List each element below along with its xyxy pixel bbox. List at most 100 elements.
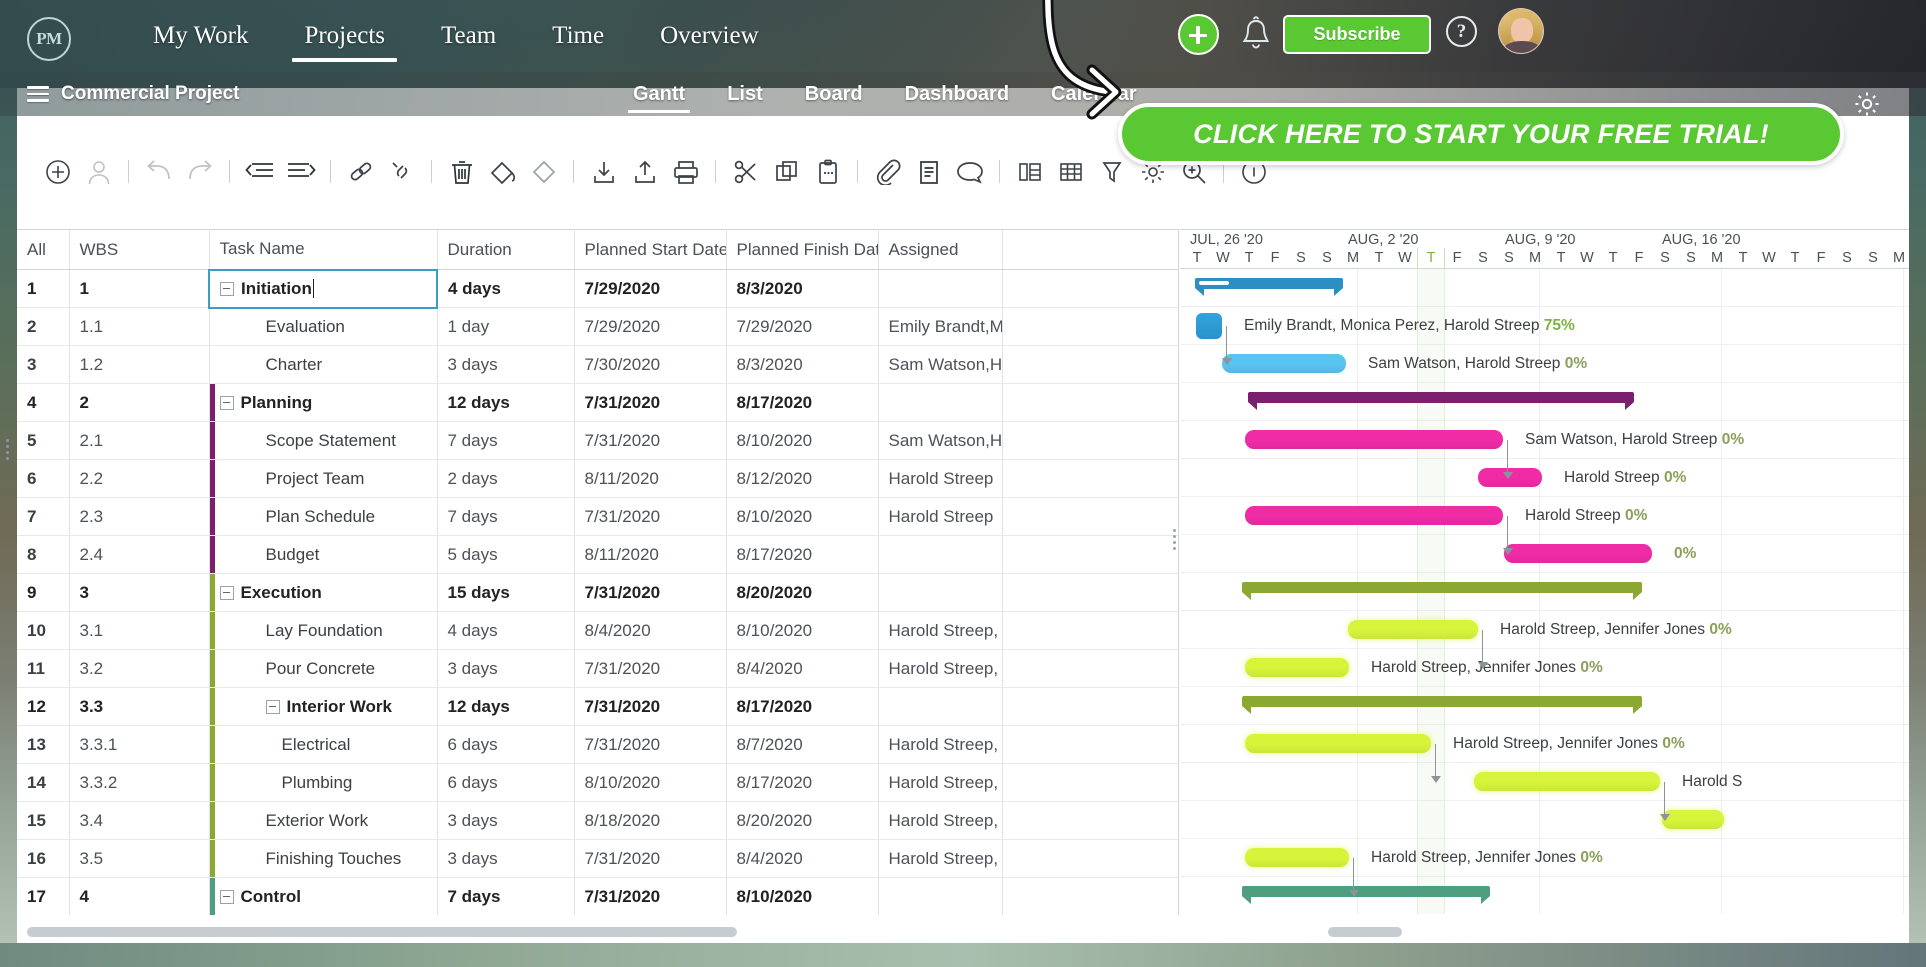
- bell-icon[interactable]: [1241, 16, 1271, 52]
- cell-extra[interactable]: [1002, 269, 1178, 308]
- cell-wbs[interactable]: 2.2: [69, 459, 210, 498]
- cell-wbs[interactable]: 1.2: [69, 345, 210, 384]
- gear-icon[interactable]: [1853, 90, 1881, 118]
- table-row[interactable]: 7 2.3 Plan Schedule 7 days 7/31/2020 8/10/202…: [17, 497, 1178, 536]
- gantt-task-bar[interactable]: [1245, 506, 1503, 525]
- cell-planned-start[interactable]: 7/31/2020: [574, 725, 727, 764]
- cell-task-name[interactable]: Budget: [209, 535, 438, 574]
- gantt-task-bar[interactable]: [1348, 620, 1478, 639]
- table-row[interactable]: 4 2 Planning 12 days 7/31/2020 8/17/2020: [17, 383, 1178, 422]
- plus-circle-icon[interactable]: [1178, 14, 1219, 55]
- cell-planned-start[interactable]: 7/30/2020: [574, 345, 727, 384]
- gantt-summary-bar[interactable]: [1248, 392, 1634, 410]
- column-header-duration[interactable]: Duration: [437, 229, 575, 270]
- cell-assigned[interactable]: Harold Streep,: [878, 611, 1003, 650]
- import-icon[interactable]: [583, 151, 624, 192]
- table-row[interactable]: 10 3.1 Lay Foundation 4 days 8/4/2020 8/10/20…: [17, 611, 1178, 650]
- cell-extra[interactable]: [1002, 801, 1178, 840]
- cell-planned-start[interactable]: 7/31/2020: [574, 877, 727, 915]
- cell-assigned[interactable]: Harold Streep: [878, 459, 1003, 498]
- row-number[interactable]: 7: [17, 497, 70, 536]
- cell-planned-finish[interactable]: 8/3/2020: [726, 269, 879, 308]
- paint-bucket-icon[interactable]: [482, 151, 523, 192]
- cell-planned-finish[interactable]: 8/3/2020: [726, 345, 879, 384]
- table-row[interactable]: 5 2.1 Scope Statement 7 days 7/31/2020 8/10/2…: [17, 421, 1178, 460]
- table-row[interactable]: 12 3.3 Interior Work 12 days 7/31/2020 8/17/2…: [17, 687, 1178, 726]
- gantt-task-bar[interactable]: [1504, 544, 1652, 563]
- cell-assigned[interactable]: [878, 877, 1003, 915]
- collapse-toggle-icon[interactable]: [219, 395, 234, 410]
- cell-planned-finish[interactable]: 8/12/2020: [726, 459, 879, 498]
- cell-extra[interactable]: [1002, 459, 1178, 498]
- cell-planned-finish[interactable]: 8/10/2020: [726, 421, 879, 460]
- cell-planned-finish[interactable]: 8/20/2020: [726, 573, 879, 612]
- cell-task-name[interactable]: Plan Schedule: [209, 497, 438, 536]
- cell-planned-finish[interactable]: 8/17/2020: [726, 687, 879, 726]
- table-row[interactable]: 8 2.4 Budget 5 days 8/11/2020 8/17/2020: [17, 535, 1178, 574]
- cell-planned-start[interactable]: 7/31/2020: [574, 687, 727, 726]
- cell-planned-start[interactable]: 8/4/2020: [574, 611, 727, 650]
- gantt-task-bar[interactable]: [1245, 658, 1349, 677]
- cell-duration[interactable]: 3 days: [437, 345, 575, 384]
- cell-extra[interactable]: [1002, 307, 1178, 346]
- cell-planned-start[interactable]: 7/31/2020: [574, 383, 727, 422]
- cell-duration[interactable]: 6 days: [437, 725, 575, 764]
- tab-list[interactable]: List: [706, 72, 784, 116]
- gantt-row[interactable]: [1180, 801, 1909, 839]
- row-number[interactable]: 1: [17, 269, 70, 308]
- column-header-task-name[interactable]: Task Name: [209, 229, 438, 270]
- row-number[interactable]: 8: [17, 535, 70, 574]
- gantt-bars-area[interactable]: Emily Brandt, Monica Perez, Harold Stree…: [1180, 269, 1909, 914]
- cell-wbs[interactable]: 2.3: [69, 497, 210, 536]
- help-icon[interactable]: ?: [1446, 16, 1477, 47]
- cell-duration[interactable]: 3 days: [437, 839, 575, 878]
- copy-icon[interactable]: [766, 151, 807, 192]
- free-trial-cta-button[interactable]: CLICK HERE TO START YOUR FREE TRIAL!: [1118, 103, 1844, 165]
- grid-horizontal-scrollbar[interactable]: [17, 921, 1179, 943]
- cell-planned-start[interactable]: 7/29/2020: [574, 307, 727, 346]
- cell-task-name[interactable]: Control: [209, 877, 438, 915]
- cell-duration[interactable]: 2 days: [437, 459, 575, 498]
- nav-item-overview[interactable]: Overview: [632, 0, 787, 72]
- gantt-task-bar[interactable]: [1196, 313, 1222, 339]
- cell-extra[interactable]: [1002, 611, 1178, 650]
- cell-duration[interactable]: 5 days: [437, 535, 575, 574]
- task-grid[interactable]: All WBS Task Name Duration Planned Start Dat…: [17, 229, 1179, 915]
- cell-duration[interactable]: 15 days: [437, 573, 575, 612]
- column-header-all[interactable]: All: [17, 229, 70, 270]
- cell-assigned[interactable]: [878, 573, 1003, 612]
- table-row[interactable]: 17 4 Control 7 days 7/31/2020 8/10/2020: [17, 877, 1178, 915]
- cell-task-name[interactable]: Charter: [209, 345, 438, 384]
- gantt-horizontal-scrollbar[interactable]: [1180, 921, 1909, 943]
- nav-item-my-work[interactable]: My Work: [125, 0, 276, 72]
- row-number[interactable]: 3: [17, 345, 70, 384]
- cell-task-name[interactable]: Pour Concrete: [209, 649, 438, 688]
- cell-assigned[interactable]: [878, 687, 1003, 726]
- tab-gantt[interactable]: Gantt: [612, 72, 706, 116]
- cell-extra[interactable]: [1002, 421, 1178, 460]
- cell-task-name[interactable]: Exterior Work: [209, 801, 438, 840]
- cell-task-name[interactable]: Planning: [209, 383, 438, 422]
- cell-planned-start[interactable]: 8/11/2020: [574, 535, 727, 574]
- cell-extra[interactable]: [1002, 649, 1178, 688]
- row-number[interactable]: 16: [17, 839, 70, 878]
- gantt-task-bar[interactable]: [1474, 772, 1660, 791]
- cell-duration[interactable]: 7 days: [437, 877, 575, 915]
- row-number[interactable]: 13: [17, 725, 70, 764]
- export-icon[interactable]: [624, 151, 665, 192]
- cell-task-name[interactable]: Evaluation: [209, 307, 438, 346]
- cell-assigned[interactable]: [878, 269, 1003, 308]
- cell-planned-finish[interactable]: 8/7/2020: [726, 725, 879, 764]
- gantt-summary-bar[interactable]: [1242, 886, 1490, 904]
- row-number[interactable]: 17: [17, 877, 70, 915]
- cell-assigned[interactable]: Harold Streep,: [878, 725, 1003, 764]
- cell-wbs[interactable]: 2.1: [69, 421, 210, 460]
- cell-wbs[interactable]: 3.4: [69, 801, 210, 840]
- redo-icon[interactable]: [179, 151, 220, 192]
- cell-wbs[interactable]: 1.1: [69, 307, 210, 346]
- tab-board[interactable]: Board: [784, 72, 884, 116]
- gantt-row[interactable]: [1180, 459, 1909, 497]
- row-number[interactable]: 6: [17, 459, 70, 498]
- cell-duration[interactable]: 12 days: [437, 383, 575, 422]
- cell-planned-start[interactable]: 8/10/2020: [574, 763, 727, 802]
